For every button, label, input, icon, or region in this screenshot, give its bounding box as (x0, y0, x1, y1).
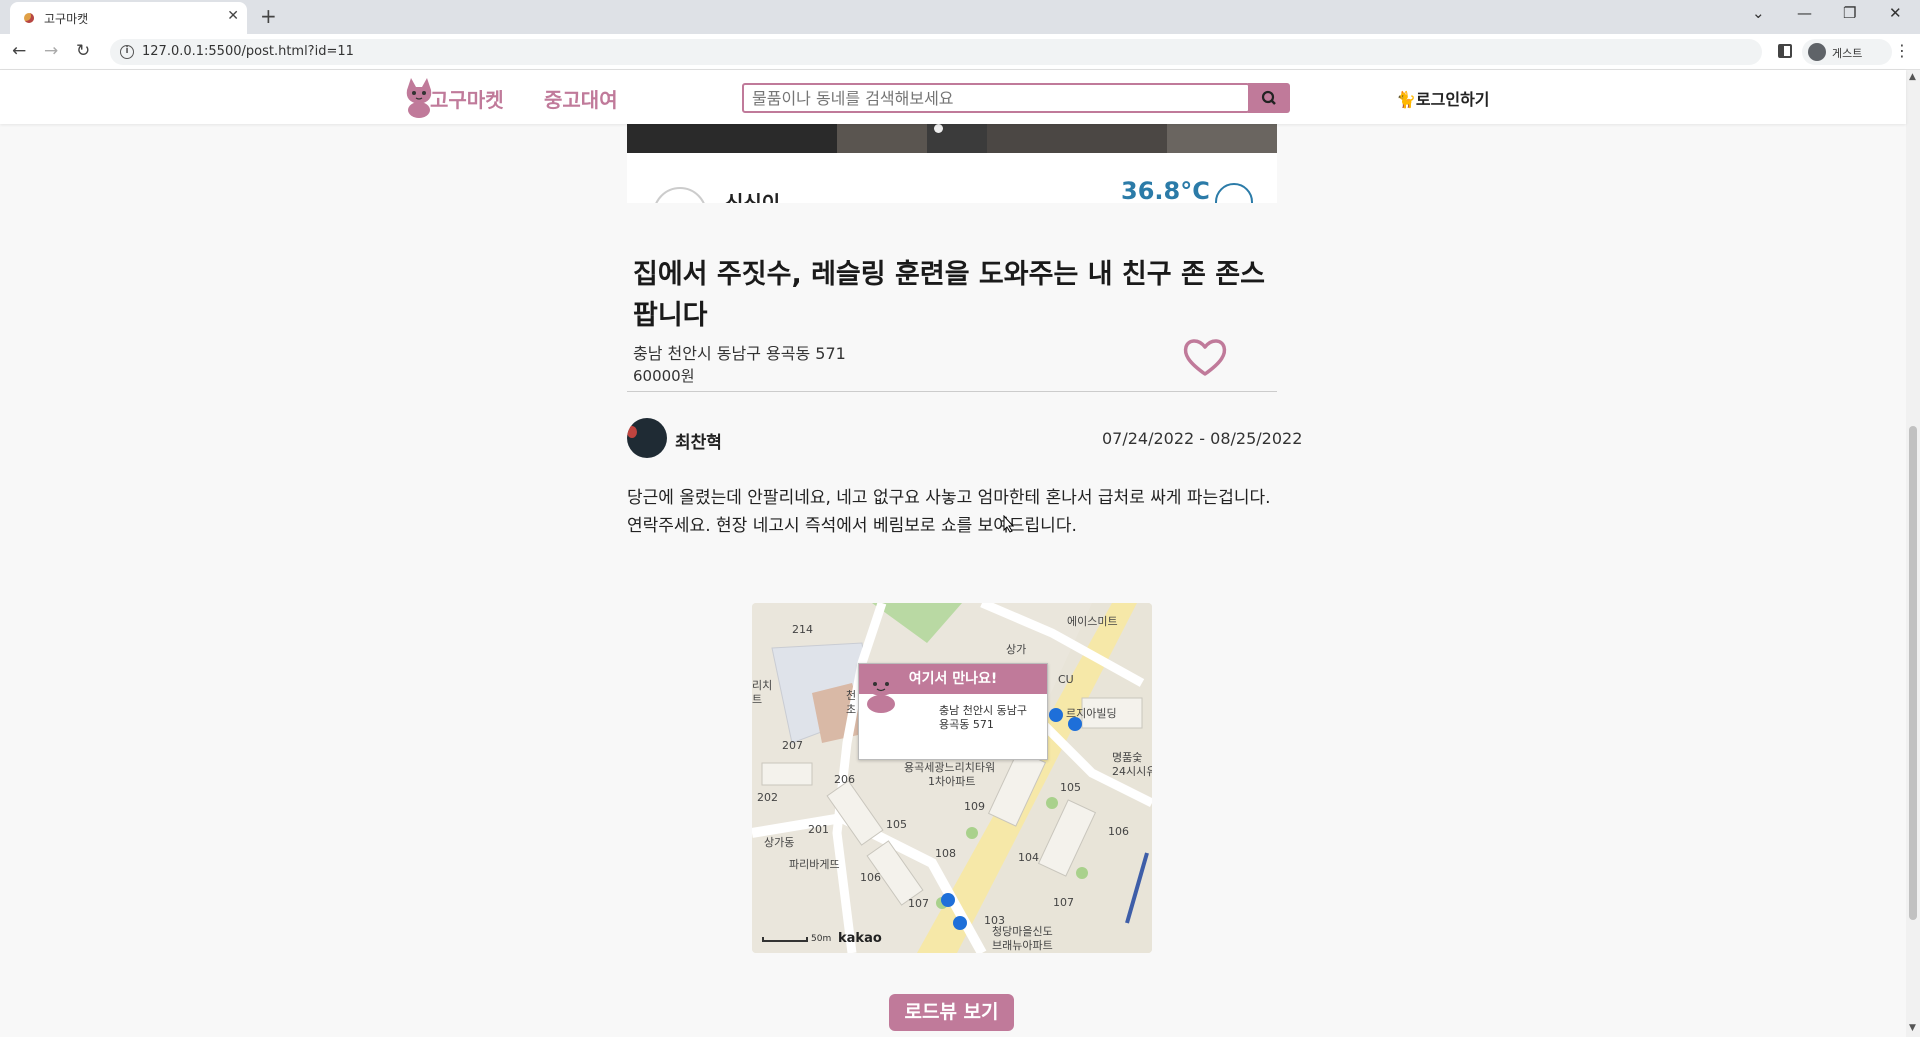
carousel-dot[interactable] (934, 124, 943, 133)
cat-login-icon: 🐈 (1396, 90, 1416, 109)
close-tab-icon[interactable]: ✕ (227, 8, 239, 24)
rental-date-range: 07/24/2022 - 08/25/2022 (1102, 429, 1303, 448)
login-label: 로그인하기 (1415, 90, 1490, 109)
search-input[interactable] (742, 83, 1250, 113)
map-label: 201 (808, 823, 829, 836)
browser-tabbar: 고구마캣 ✕ + ⌄ — ❐ ✕ (0, 0, 1920, 34)
post-description: 당근에 올렸는데 안팔리네요, 네고 없구요 사놓고 엄마한테 혼나서 급처로 … (627, 488, 1271, 536)
search-button[interactable] (1248, 83, 1290, 113)
roadview-button[interactable]: 로드뷰 보기 (889, 994, 1014, 1031)
menu-kebab-icon[interactable]: ⋮ (1894, 41, 1910, 60)
map-label: 202 (757, 791, 778, 804)
info-window-address: 충남 천안시 동남구 용곡동 571 (939, 704, 1027, 731)
map-scale-text: 50m (811, 934, 832, 944)
map-label: 207 (782, 739, 803, 752)
post-price: 60000원 (633, 367, 695, 385)
seller-card: 신신이 36.8°C (627, 153, 1277, 203)
window-close-icon[interactable]: ✕ (1889, 4, 1902, 22)
map-label: 107 (908, 897, 929, 910)
post-title: 집에서 주짓수, 레슬링 훈련을 도와주는 내 친구 존 존스 팝니다 (633, 259, 1265, 331)
logo-text[interactable]: 고구마켓 (430, 84, 504, 113)
map-label: 206 (834, 773, 855, 786)
page-scrollbar[interactable]: ▲ ▼ (1906, 70, 1920, 1037)
restore-icon[interactable]: ❐ (1843, 4, 1856, 22)
author-avatar[interactable] (627, 418, 667, 458)
nav-rental-link[interactable]: 중고대여 (544, 84, 618, 113)
map-label: 106 (1108, 825, 1129, 838)
map-label: 108 (935, 847, 956, 860)
smile-face-icon (1215, 183, 1253, 203)
map-label: 초 (846, 703, 857, 716)
url-text[interactable]: 127.0.0.1:5500/post.html?id=11 (142, 44, 354, 59)
map-label: 105 (1060, 781, 1081, 794)
site-info-icon[interactable]: i (120, 45, 134, 59)
new-tab-icon[interactable]: + (260, 4, 277, 28)
profile-avatar-icon (1808, 43, 1826, 61)
cat-marker-icon (864, 668, 898, 713)
map-label: 107 (1053, 896, 1074, 909)
manner-temperature: 36.8°C (1121, 177, 1210, 203)
tab-title: 고구마캣 (44, 12, 89, 26)
map-label: 106 (860, 871, 881, 884)
login-link[interactable]: 🐈로그인하기 (1396, 86, 1490, 110)
location-map[interactable]: 214 207 206 202 201 105 109 108 106 107 … (752, 603, 1152, 953)
profile-name: 게스트 (1832, 47, 1863, 60)
scroll-thumb[interactable] (1909, 426, 1917, 920)
site-header: 고구마켓 중고대여 🐈로그인하기 (0, 70, 1906, 124)
map-label: 상가동 (764, 836, 795, 849)
minimize-icon[interactable]: — (1797, 4, 1812, 22)
map-label: 109 (964, 800, 985, 813)
map-label: CU (1058, 673, 1074, 686)
map-label: 트 (752, 693, 763, 706)
map-label: 104 (1018, 851, 1039, 864)
map-scale-bar (762, 937, 808, 942)
map-label: 24시시유 (1112, 765, 1152, 778)
map-label: 105 (886, 818, 907, 831)
seller-avatar (653, 187, 707, 203)
forward-icon[interactable]: → (44, 41, 58, 61)
map-label: 214 (792, 623, 813, 636)
browser-tab[interactable]: 고구마캣 ✕ (10, 2, 247, 34)
map-label: 르지아빌딩 (1066, 707, 1117, 720)
scroll-down-icon[interactable]: ▼ (1909, 1023, 1916, 1033)
side-panel-icon[interactable] (1778, 44, 1792, 58)
address-bar[interactable]: i 127.0.0.1:5500/post.html?id=11 (110, 39, 1762, 65)
seller-name: 신신이 (725, 191, 781, 203)
heart-icon[interactable] (1182, 336, 1228, 378)
browser-toolbar: ← → ↻ i 127.0.0.1:5500/post.html?id=11 게… (0, 34, 1920, 70)
map-label: 상가 (1006, 643, 1027, 656)
meeting-info-window: 여기서 만나요! 충남 천안시 동남구 용곡동 571 (858, 663, 1048, 760)
map-label: 브래뉴아파트 (992, 939, 1053, 952)
map-label: 파리바게뜨 (789, 858, 840, 871)
mouse-cursor-icon (1003, 515, 1015, 533)
profile-button[interactable]: 게스트 (1802, 39, 1892, 65)
image-carousel[interactable] (627, 124, 1277, 153)
tab-search-icon[interactable]: ⌄ (1752, 4, 1765, 22)
author-name[interactable]: 최찬혁 (675, 428, 722, 453)
map-label: 에이스미트 (1067, 615, 1118, 628)
search-icon (1261, 90, 1276, 105)
favicon-icon (24, 13, 34, 23)
reload-icon[interactable]: ↻ (76, 41, 90, 61)
post-location: 충남 천안시 동남구 용곡동 571 (633, 344, 846, 363)
scroll-up-icon[interactable]: ▲ (1909, 72, 1916, 82)
back-icon[interactable]: ← (12, 41, 26, 61)
map-label: 1차아파트 (928, 775, 976, 788)
kakao-logo[interactable]: kakao (838, 931, 882, 946)
divider (627, 391, 1277, 392)
